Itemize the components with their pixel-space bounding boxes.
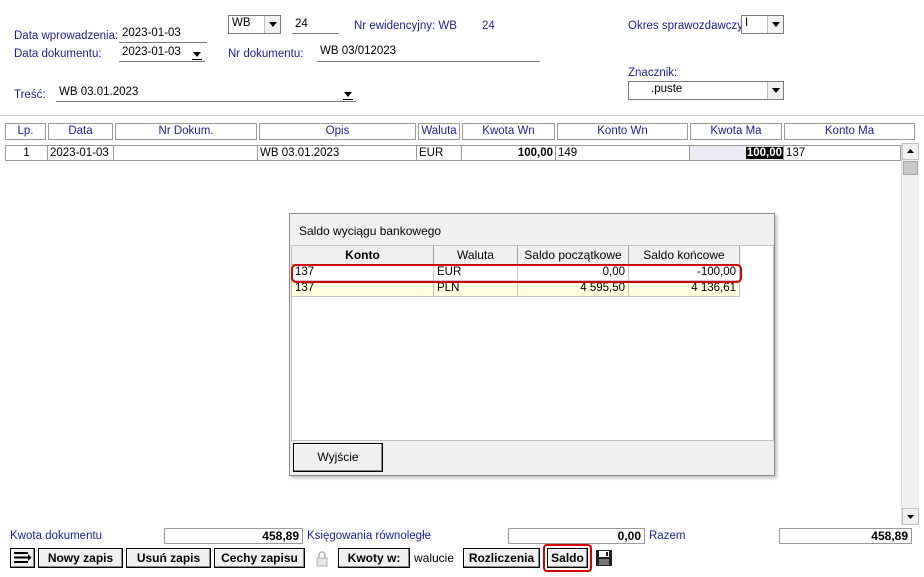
col-header-kwota-wn[interactable]: Kwota Wn xyxy=(462,123,555,140)
tresc-dropdown-icon[interactable] xyxy=(341,88,355,101)
cell-kwota-ma[interactable]: 100,00 xyxy=(689,145,784,161)
cell-konto-wn[interactable]: 149 xyxy=(555,145,690,161)
grid-header-konto[interactable]: Konto xyxy=(292,246,434,265)
grid-cell-konto[interactable]: 137 xyxy=(292,281,434,297)
rozliczenia-button[interactable]: Rozliczenia xyxy=(463,548,540,568)
nr-dokumentu-label: Nr dokumentu: xyxy=(228,48,304,60)
nr-dokumentu-field[interactable]: WB 03/012023 xyxy=(317,45,540,62)
znacznik-select[interactable]: .puste xyxy=(628,81,784,100)
nr-ewidencyjny-value: 24 xyxy=(482,20,495,32)
col-header-konto-wn[interactable]: Konto Wn xyxy=(557,123,688,140)
nowy-zapis-button[interactable]: Nowy zapis xyxy=(38,548,123,568)
cell-kwota-ma-value: 100,00 xyxy=(745,147,783,159)
rejestr-dropdown-icon[interactable] xyxy=(264,16,280,33)
okres-dropdown-icon[interactable] xyxy=(767,16,783,33)
col-header-lp[interactable]: Lp. xyxy=(5,123,46,140)
scroll-down-icon[interactable] xyxy=(902,508,919,525)
ksiegowania-label: Księgowania równoległe xyxy=(307,530,432,542)
znacznik-dropdown-icon[interactable] xyxy=(767,82,783,99)
exit-button[interactable]: Wyjście xyxy=(293,443,383,472)
grid-header-saldo-koncowe[interactable]: Saldo końcowe xyxy=(629,246,740,265)
col-header-nr-dokum[interactable]: Nr Dokum. xyxy=(115,123,257,140)
okres-select[interactable]: I xyxy=(741,15,784,34)
usun-zapis-button[interactable]: Usuń zapis xyxy=(126,548,211,568)
kwota-dokumentu-label: Kwota dokumentu xyxy=(10,530,103,542)
grid-header-saldo-poczatkowe[interactable]: Saldo początkowe xyxy=(518,246,629,265)
znacznik-label: Znacznik: xyxy=(628,67,678,79)
znacznik-value: .puste xyxy=(651,83,683,95)
table-scrollbar[interactable] xyxy=(901,143,919,525)
rejestr-select[interactable]: WB xyxy=(228,15,281,34)
data-dokumentu-field[interactable]: 2023-01-03 xyxy=(119,46,205,62)
cell-data[interactable]: 2023-01-03 xyxy=(47,145,114,161)
data-wprowadzenia-field[interactable]: 2023-01-03 xyxy=(119,27,207,43)
numer-field[interactable]: 24 xyxy=(292,18,339,34)
cell-nr-dokum[interactable] xyxy=(113,145,258,161)
lock-icon[interactable] xyxy=(312,550,332,568)
hamburger-arrow-icon xyxy=(14,552,32,563)
tresc-label: Treść: xyxy=(14,89,46,101)
date-picker-arrow-icon[interactable] xyxy=(190,48,204,61)
save-icon[interactable] xyxy=(595,549,613,567)
data-dokumentu-label: Data dokumentu: xyxy=(14,48,102,60)
dialog-title: Saldo wyciągu bankowego xyxy=(299,224,442,238)
cell-waluta[interactable]: EUR xyxy=(416,145,462,161)
cell-lp[interactable]: 1 xyxy=(5,145,48,161)
cechy-zapisu-button[interactable]: Cechy zapisu xyxy=(214,548,305,568)
kwota-dokumentu-value: 458,89 xyxy=(164,528,303,544)
scroll-thumb[interactable] xyxy=(903,161,918,175)
col-header-konto-ma[interactable]: Konto Ma xyxy=(784,123,915,140)
cell-kwota-wn[interactable]: 100,00 xyxy=(461,145,556,161)
razem-value: 458,89 xyxy=(779,528,912,544)
okres-label: Okres sprawozdawczy: xyxy=(628,20,747,32)
data-dokumentu-value: 2023-01-03 xyxy=(122,46,181,58)
grid-cell-saldo-konc[interactable]: 4 136,61 xyxy=(629,281,740,297)
col-header-kwota-ma[interactable]: Kwota Ma xyxy=(690,123,782,140)
highlight-saldo-button xyxy=(543,544,592,572)
grid-cell-waluta[interactable]: PLN xyxy=(434,281,518,297)
menu-button[interactable] xyxy=(10,548,35,568)
rejestr-value: WB xyxy=(232,17,251,29)
tresc-value: WB 03.01.2023 xyxy=(59,86,139,98)
kwoty-w-button[interactable]: Kwoty w: xyxy=(338,548,410,568)
scroll-up-icon[interactable] xyxy=(902,143,919,160)
saldo-dialog: Saldo wyciągu bankowego Konto Waluta Sal… xyxy=(289,213,775,476)
cell-konto-ma[interactable]: 137 xyxy=(783,145,901,161)
cell-opis[interactable]: WB 03.01.2023 xyxy=(257,145,417,161)
saldo-grid[interactable]: Konto Waluta Saldo początkowe Saldo końc… xyxy=(291,245,774,441)
grid-header-waluta[interactable]: Waluta xyxy=(434,246,518,265)
walucie-label: walucie xyxy=(414,551,455,565)
col-header-waluta[interactable]: Waluta xyxy=(418,123,460,140)
data-wprowadzenia-label: Data wprowadzenia: xyxy=(14,30,119,42)
tresc-field[interactable]: WB 03.01.2023 xyxy=(56,86,356,102)
grid-cell-saldo-pocz[interactable]: 4 595,50 xyxy=(518,281,629,297)
col-header-opis[interactable]: Opis xyxy=(259,123,416,140)
ksiegowania-value: 0,00 xyxy=(508,528,645,544)
highlight-eur-row xyxy=(291,264,742,283)
col-header-data[interactable]: Data xyxy=(48,123,113,140)
okres-value: I xyxy=(745,17,749,29)
nr-ewidencyjny-label: Nr ewidencyjny: WB xyxy=(354,20,457,32)
razem-label: Razem xyxy=(649,530,686,542)
header-separator xyxy=(0,115,924,116)
